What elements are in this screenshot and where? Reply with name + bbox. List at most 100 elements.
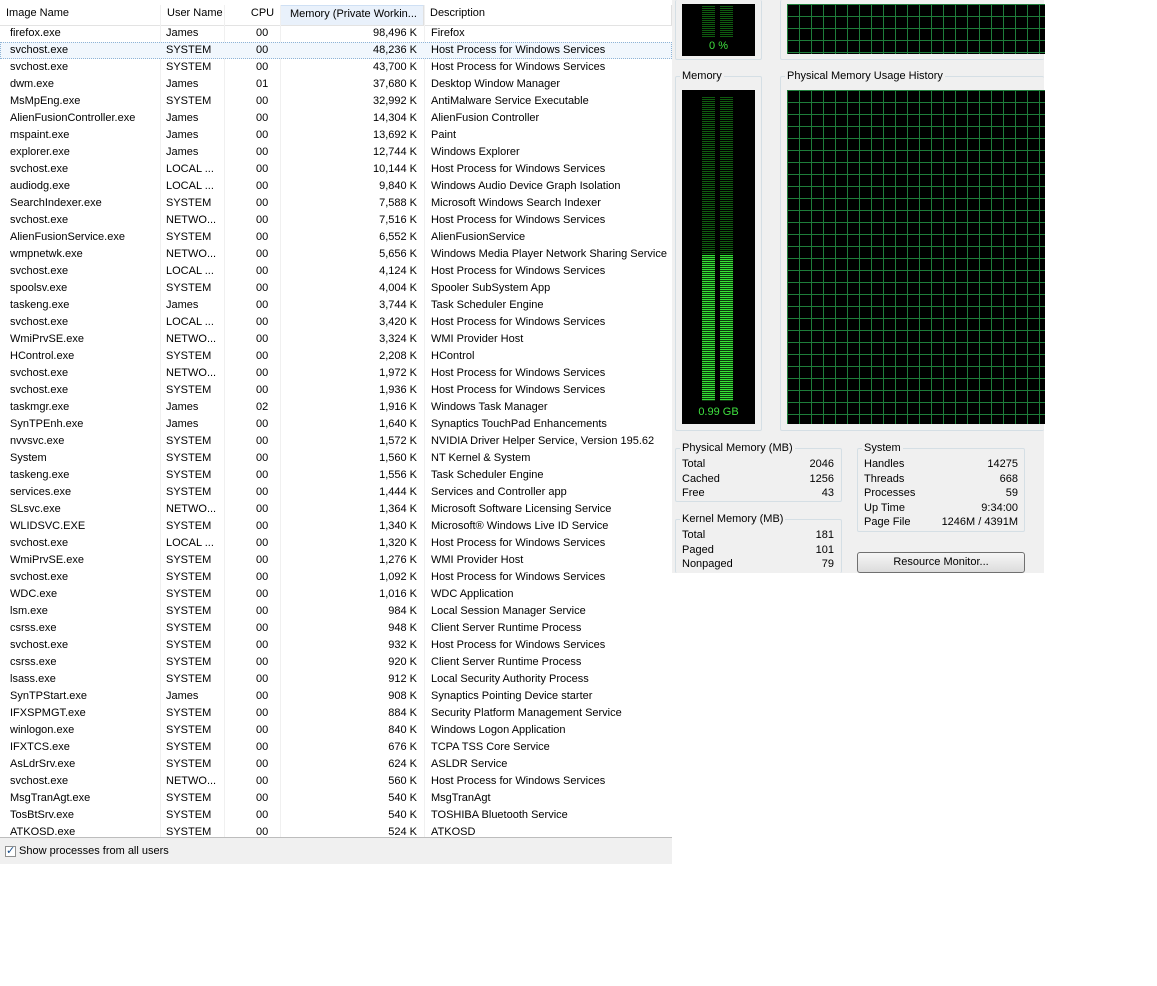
table-row[interactable]: wmpnetwk.exe NETWO... 00 5,656 K Windows Med… bbox=[0, 246, 672, 263]
table-row[interactable]: WmiPrvSE.exe SYSTEM 00 1,276 K WMI Provider … bbox=[0, 552, 672, 569]
show-all-users-label[interactable]: Show processes from all users bbox=[19, 845, 169, 857]
kernel-memory-total: Total 181 bbox=[682, 529, 834, 541]
show-all-users-checkbox[interactable]: ✓ bbox=[5, 845, 16, 857]
resource-monitor-button[interactable]: Resource Monitor... bbox=[857, 552, 1025, 573]
table-row[interactable]: mspaint.exe James 00 13,692 K Paint bbox=[0, 127, 672, 144]
table-row[interactable]: csrss.exe SYSTEM 00 948 K Client Server Runt… bbox=[0, 620, 672, 637]
process-user-name: SYSTEM bbox=[166, 741, 212, 753]
table-row[interactable]: MsgTranAgt.exe SYSTEM 00 540 K MsgTranAgt bbox=[0, 790, 672, 807]
process-description: Local Security Authority Process bbox=[431, 673, 589, 685]
table-row[interactable]: svchost.exe SYSTEM 00 1,092 K Host Process f… bbox=[0, 569, 672, 586]
process-memory: 1,972 K bbox=[379, 367, 417, 379]
table-row[interactable]: svchost.exe SYSTEM 00 48,236 K Host Process … bbox=[0, 42, 672, 59]
process-memory: 12,744 K bbox=[372, 146, 417, 158]
table-row[interactable]: svchost.exe NETWO... 00 7,516 K Host Process… bbox=[0, 212, 672, 229]
table-row[interactable]: taskmgr.exe James 02 1,916 K Windows Task Ma… bbox=[0, 399, 672, 416]
process-description: Microsoft Software Licensing Service bbox=[431, 503, 612, 515]
column-header-user-name[interactable]: User Name bbox=[161, 5, 225, 25]
table-row[interactable]: System SYSTEM 00 1,560 K NT Kernel & System bbox=[0, 450, 672, 467]
process-user-name: SYSTEM bbox=[166, 792, 212, 804]
process-image-name: MsMpEng.exe bbox=[10, 95, 81, 107]
table-row[interactable]: audiodg.exe LOCAL ... 00 9,840 K Windows Aud… bbox=[0, 178, 672, 195]
table-row[interactable]: lsass.exe SYSTEM 00 912 K Local Security Aut… bbox=[0, 671, 672, 688]
table-row[interactable]: csrss.exe SYSTEM 00 920 K Client Server Runt… bbox=[0, 654, 672, 671]
table-row[interactable]: svchost.exe LOCAL ... 00 4,124 K Host Proces… bbox=[0, 263, 672, 280]
table-row[interactable]: SLsvc.exe NETWO... 00 1,364 K Microsoft Soft… bbox=[0, 501, 672, 518]
table-row[interactable]: AlienFusionController.exe James 00 14,304 K… bbox=[0, 110, 672, 127]
table-row[interactable]: IFXSPMGT.exe SYSTEM 00 884 K Security Platfo… bbox=[0, 705, 672, 722]
process-list-header: Image Name User Name CPU Memory (Private… bbox=[0, 5, 672, 26]
table-row[interactable]: ATKOSD.exe SYSTEM 00 524 K ATKOSD bbox=[0, 824, 672, 837]
table-row[interactable]: svchost.exe LOCAL ... 00 3,420 K Host Proces… bbox=[0, 314, 672, 331]
process-cpu: 00 bbox=[256, 316, 269, 328]
table-row[interactable]: svchost.exe SYSTEM 00 1,936 K Host Process f… bbox=[0, 382, 672, 399]
process-description: Host Process for Windows Services bbox=[431, 571, 606, 583]
column-header-memory[interactable]: Memory (Private Workin... bbox=[281, 5, 424, 25]
column-header-image-name[interactable]: Image Name bbox=[0, 5, 161, 25]
process-image-name: winlogon.exe bbox=[10, 724, 75, 736]
table-row[interactable]: services.exe SYSTEM 00 1,444 K Services and … bbox=[0, 484, 672, 501]
process-user-name: SYSTEM bbox=[166, 673, 212, 685]
table-row[interactable]: winlogon.exe SYSTEM 00 840 K Windows Logon A… bbox=[0, 722, 672, 739]
memory-history-graph bbox=[787, 90, 1045, 424]
process-memory: 13,692 K bbox=[372, 129, 417, 141]
process-description: NVIDIA Driver Helper Service, Version 19… bbox=[431, 435, 655, 447]
process-user-name: SYSTEM bbox=[166, 435, 212, 447]
process-image-name: System bbox=[10, 452, 47, 464]
table-row[interactable]: WLIDSVC.EXE SYSTEM 00 1,340 K Microsoft® Win… bbox=[0, 518, 672, 535]
process-image-name: AlienFusionController.exe bbox=[10, 112, 136, 124]
table-row[interactable]: svchost.exe SYSTEM 00 43,700 K Host Process … bbox=[0, 59, 672, 76]
table-row[interactable]: AlienFusionService.exe SYSTEM 00 6,552 K Ali… bbox=[0, 229, 672, 246]
table-row[interactable]: svchost.exe LOCAL ... 00 10,144 K Host Proce… bbox=[0, 161, 672, 178]
table-row[interactable]: SynTPEnh.exe James 00 1,640 K Synaptics Touc… bbox=[0, 416, 672, 433]
table-row[interactable]: svchost.exe NETWO... 00 1,972 K Host Process… bbox=[0, 365, 672, 382]
process-user-name: SYSTEM bbox=[166, 486, 212, 498]
table-row[interactable]: lsm.exe SYSTEM 00 984 K Local Session Manage… bbox=[0, 603, 672, 620]
table-row[interactable]: explorer.exe James 00 12,744 K Windows Explo… bbox=[0, 144, 672, 161]
physical-memory-title: Physical Memory (MB) bbox=[680, 442, 795, 454]
process-description: HControl bbox=[431, 350, 475, 362]
table-row[interactable]: firefox.exe James 00 98,496 K Firefox bbox=[0, 25, 672, 42]
table-row[interactable]: SynTPStart.exe James 00 908 K Synaptics Poin… bbox=[0, 688, 672, 705]
process-memory: 9,840 K bbox=[379, 180, 417, 192]
table-row[interactable]: nvvsvc.exe SYSTEM 00 1,572 K NVIDIA Driver H… bbox=[0, 433, 672, 450]
process-description: TOSHIBA Bluetooth Service bbox=[431, 809, 568, 821]
process-description: Host Process for Windows Services bbox=[431, 214, 606, 226]
physical-memory-free: Free 43 bbox=[682, 487, 834, 499]
process-memory: 840 K bbox=[388, 724, 417, 736]
memory-usage-value: 0.99 GB bbox=[698, 406, 739, 418]
table-row[interactable]: TosBtSrv.exe SYSTEM 00 540 K TOSHIBA Bluetoo… bbox=[0, 807, 672, 824]
table-row[interactable]: taskeng.exe SYSTEM 00 1,556 K Task Scheduler… bbox=[0, 467, 672, 484]
process-description: Host Process for Windows Services bbox=[431, 537, 606, 549]
column-header-cpu[interactable]: CPU bbox=[225, 5, 281, 25]
process-user-name: James bbox=[166, 401, 199, 413]
table-row[interactable]: svchost.exe NETWO... 00 560 K Host Process f… bbox=[0, 773, 672, 790]
table-row[interactable]: svchost.exe SYSTEM 00 932 K Host Process for… bbox=[0, 637, 672, 654]
table-row[interactable]: AsLdrSrv.exe SYSTEM 00 624 K ASLDR Service bbox=[0, 756, 672, 773]
table-row[interactable]: HControl.exe SYSTEM 00 2,208 K HControl bbox=[0, 348, 672, 365]
process-image-name: SLsvc.exe bbox=[10, 503, 61, 515]
table-row[interactable]: SearchIndexer.exe SYSTEM 00 7,588 K Microsof… bbox=[0, 195, 672, 212]
table-row[interactable]: MsMpEng.exe SYSTEM 00 32,992 K AntiMalware S… bbox=[0, 93, 672, 110]
process-description: ASLDR Service bbox=[431, 758, 508, 770]
table-row[interactable]: IFXTCS.exe SYSTEM 00 676 K TCPA TSS Core Ser… bbox=[0, 739, 672, 756]
process-user-name: SYSTEM bbox=[166, 809, 212, 821]
table-row[interactable]: spoolsv.exe SYSTEM 00 4,004 K Spooler SubSys… bbox=[0, 280, 672, 297]
process-cpu: 00 bbox=[256, 673, 269, 685]
process-user-name: NETWO... bbox=[166, 775, 217, 787]
process-memory: 540 K bbox=[388, 792, 417, 804]
process-cpu: 00 bbox=[256, 418, 269, 430]
table-row[interactable]: svchost.exe LOCAL ... 00 1,320 K Host Proces… bbox=[0, 535, 672, 552]
table-row[interactable]: WmiPrvSE.exe NETWO... 00 3,324 K WMI Provide… bbox=[0, 331, 672, 348]
process-memory: 932 K bbox=[388, 639, 417, 651]
process-description: Host Process for Windows Services bbox=[431, 384, 606, 396]
process-description: Windows Media Player Network Sharing Ser… bbox=[431, 248, 667, 260]
process-user-name: SYSTEM bbox=[166, 639, 212, 651]
process-user-name: LOCAL ... bbox=[166, 180, 214, 192]
column-header-description[interactable]: Description bbox=[424, 5, 672, 25]
table-row[interactable]: WDC.exe SYSTEM 00 1,016 K WDC Application bbox=[0, 586, 672, 603]
table-row[interactable]: dwm.exe James 01 37,680 K Desktop Window Man… bbox=[0, 76, 672, 93]
process-image-name: wmpnetwk.exe bbox=[10, 248, 83, 260]
table-row[interactable]: taskeng.exe James 00 3,744 K Task Scheduler … bbox=[0, 297, 672, 314]
process-cpu: 02 bbox=[256, 401, 269, 413]
